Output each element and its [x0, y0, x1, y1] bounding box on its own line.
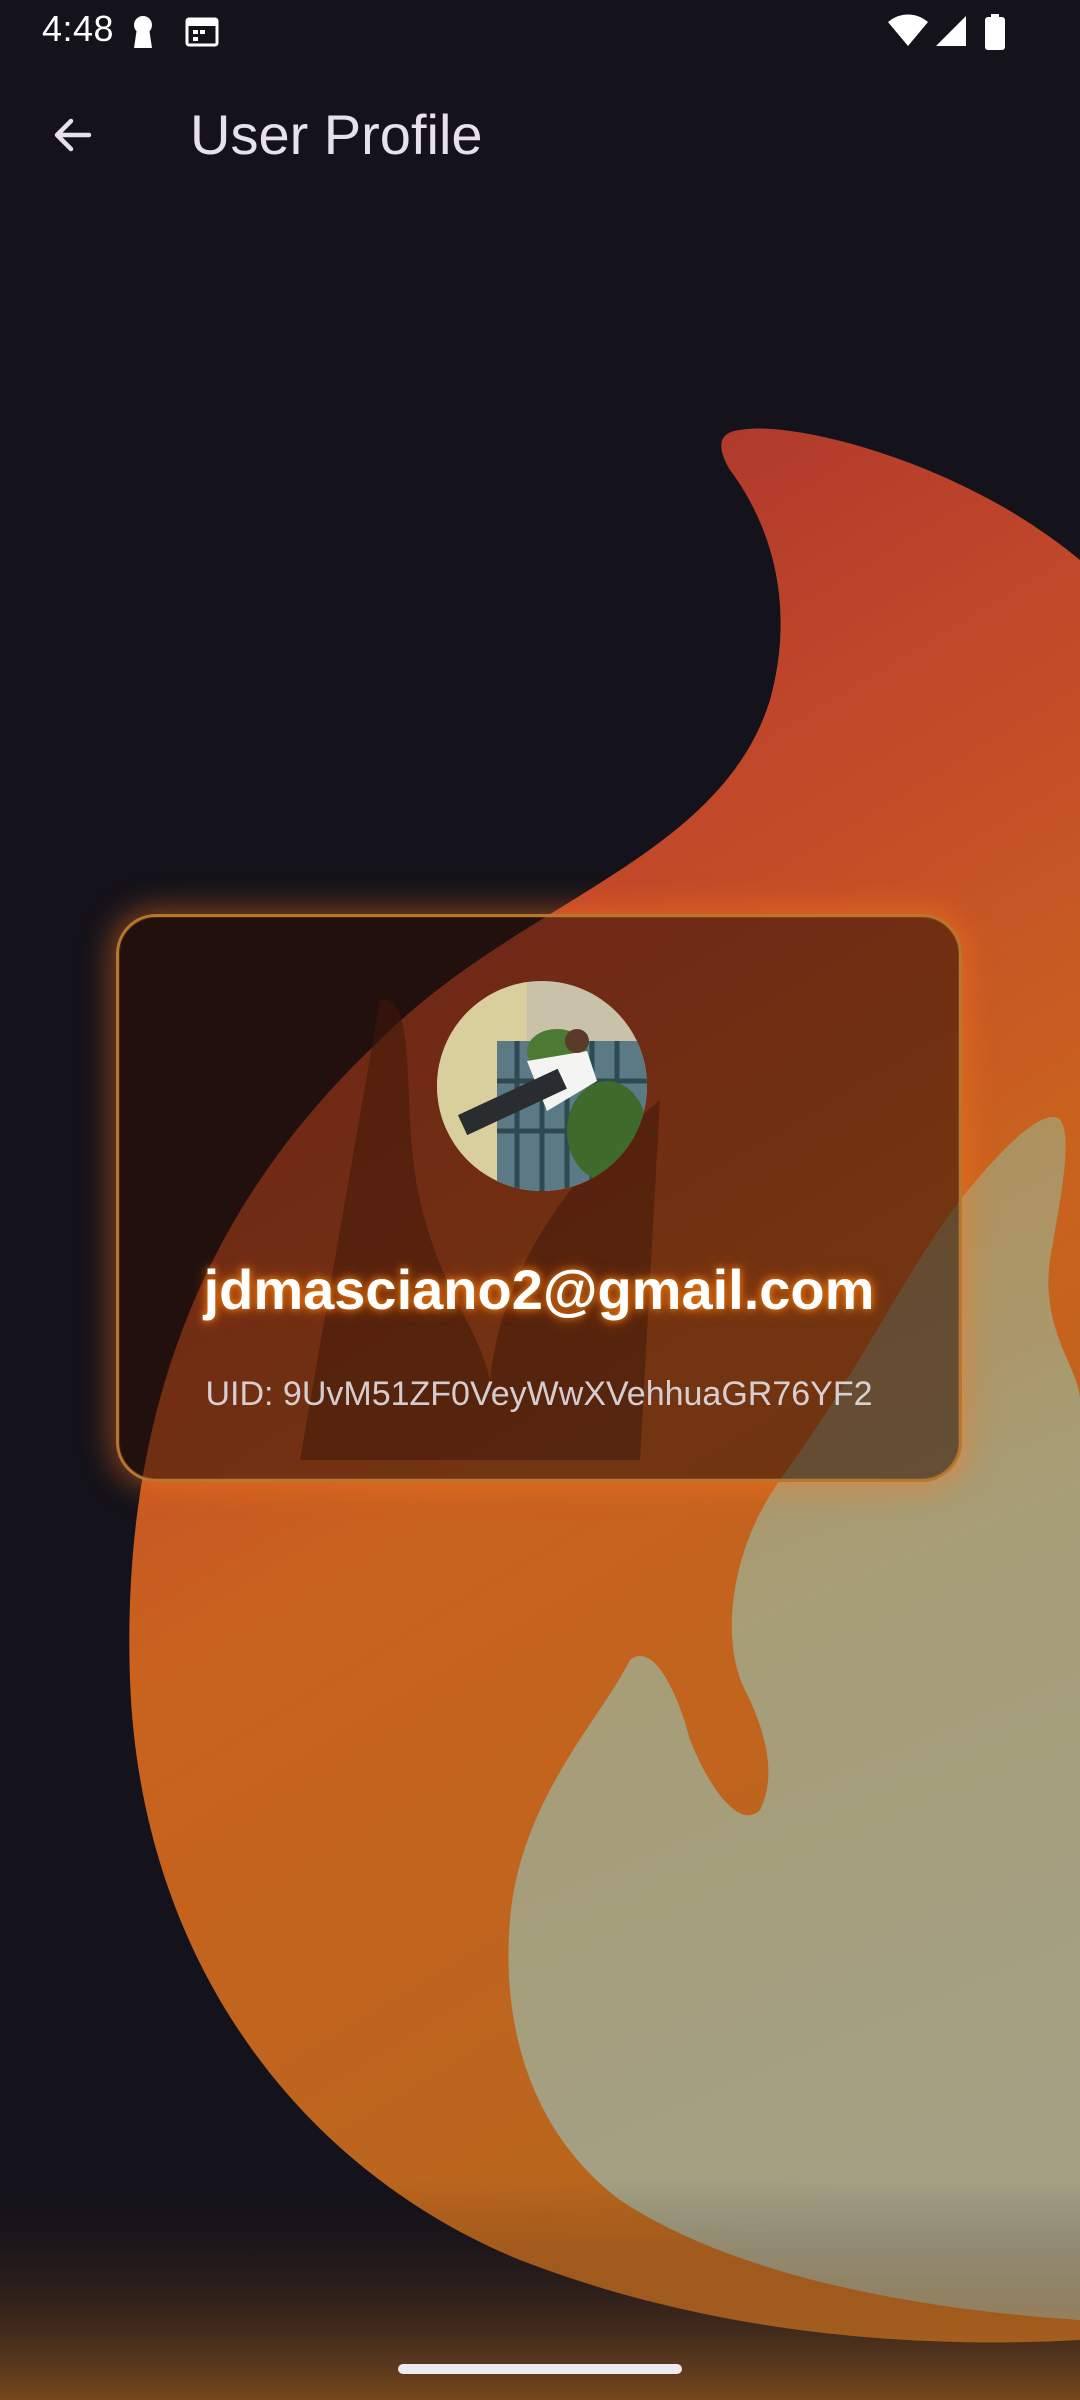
status-time: 4:48	[42, 8, 115, 49]
page-title: User Profile	[190, 103, 483, 166]
keyhole-notification-icon	[128, 14, 158, 55]
wifi-icon	[888, 14, 928, 53]
arrow-back-icon	[49, 111, 97, 164]
home-indicator[interactable]	[398, 2364, 682, 2374]
status-bar: 4:48	[0, 0, 1080, 64]
avatar[interactable]	[437, 981, 647, 1191]
app-bar: User Profile	[0, 70, 1080, 200]
user-uid: UID: 9UvM51ZF0VeyWwXVehhuaGR76YF2	[205, 1375, 873, 1413]
user-email: jdmasciano2@gmail.com	[203, 1258, 875, 1321]
back-button[interactable]	[28, 102, 118, 172]
profile-card: jdmasciano2@gmail.com UID: 9UvM51ZF0VeyW…	[116, 914, 962, 1482]
battery-icon	[984, 14, 1006, 55]
cell-signal-icon	[934, 14, 968, 53]
calendar-notification-icon	[184, 14, 220, 55]
avatar-photo	[437, 981, 647, 1191]
